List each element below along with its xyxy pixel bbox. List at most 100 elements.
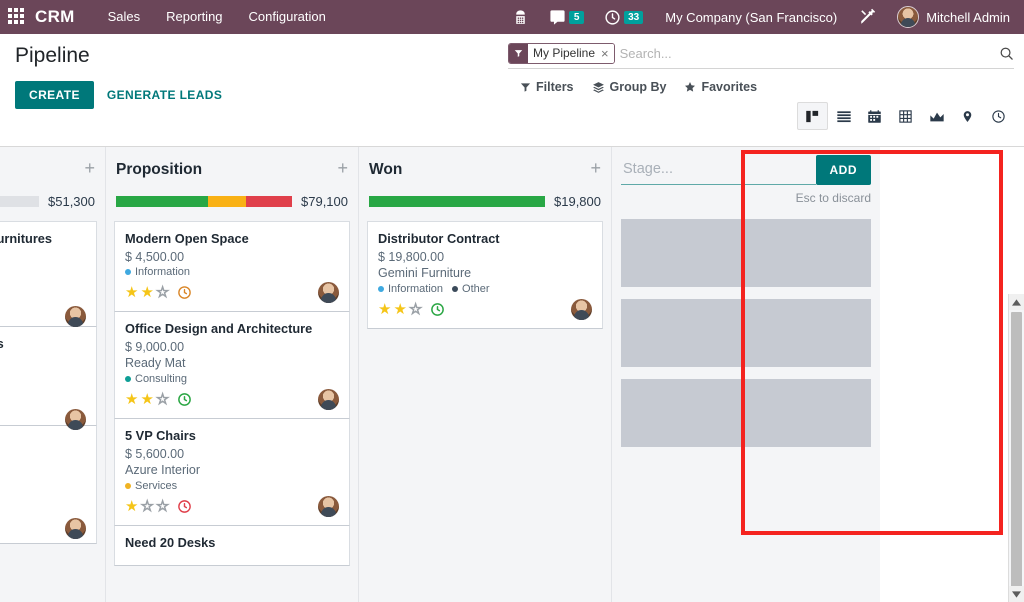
avatar[interactable] (65, 306, 86, 327)
navbar-right-group: 5 33 My Company (San Francisco) Mitchell… (503, 0, 1014, 34)
search-facet-my-pipeline[interactable]: My Pipeline × (508, 42, 615, 64)
messages-counter[interactable]: 5 (540, 0, 593, 34)
avatar[interactable] (318, 389, 339, 410)
card-priority-stars[interactable]: ★ ★ ☆ (125, 285, 192, 301)
view-list-button[interactable] (828, 102, 859, 130)
control-panel: Pipeline CREATE GENERATE LEADS My Pipeli… (0, 34, 1024, 147)
kanban-card[interactable]: lutions: Furnitures ) t ★ (0, 221, 97, 327)
create-button[interactable]: CREATE (15, 81, 94, 109)
star-icon[interactable]: ☆ (140, 499, 154, 515)
kanban-card[interactable]: 600 Chairs 00 ★ (0, 327, 97, 430)
card-partner: Azure Interior (125, 463, 201, 477)
star-icon[interactable]: ★ (140, 285, 153, 300)
tools-icon[interactable] (850, 0, 886, 34)
card-tag[interactable]: Information (125, 266, 190, 278)
star-icon[interactable]: ★ (140, 392, 153, 407)
ghost-card-placeholder (621, 219, 871, 287)
avatar[interactable] (318, 282, 339, 303)
star-icon[interactable]: ☆ (408, 302, 422, 318)
add-stage-button[interactable]: ADD (815, 155, 871, 185)
kanban-progress-bar[interactable] (0, 196, 39, 207)
kanban-card[interactable]: Distributor Contract $ 19,800.00 Gemini … (367, 221, 603, 329)
plus-icon[interactable]: + (337, 159, 348, 177)
activities-counter[interactable]: 33 (595, 0, 652, 34)
plus-icon[interactable]: + (590, 159, 601, 177)
card-footer: ★ (0, 306, 86, 327)
view-map-button[interactable] (952, 102, 983, 130)
tag-dot-icon (378, 286, 384, 292)
avatar[interactable] (65, 409, 86, 430)
kanban-progress-bar[interactable] (116, 196, 292, 207)
card-partner: Ready Mat (125, 356, 186, 370)
star-icon[interactable]: ★ (125, 499, 138, 514)
card-priority-stars[interactable]: ★ ☆ ☆ (125, 499, 192, 515)
star-icon[interactable]: ★ (378, 302, 391, 317)
grid-apps-icon[interactable] (8, 8, 26, 26)
kanban-new-column: ADD Esc to discard (612, 147, 880, 602)
star-icon[interactable]: ★ (393, 302, 406, 317)
stage-name-input[interactable] (621, 155, 816, 185)
card-tag[interactable]: Consulting (125, 373, 187, 385)
card-tag[interactable]: Services (125, 480, 177, 492)
card-footer: ★ ☆ ☆ (125, 496, 339, 517)
kanban-column-header: Won + (367, 147, 603, 183)
user-menu[interactable]: Mitchell Admin (888, 6, 1014, 28)
company-switcher[interactable]: My Company (San Francisco) (654, 10, 848, 25)
avatar[interactable] (571, 299, 592, 320)
tag-dot-icon (125, 483, 131, 489)
card-priority-stars[interactable]: ★ ★ ☆ (125, 392, 192, 408)
scrollbar-thumb[interactable] (1011, 312, 1022, 602)
clock-icon[interactable] (430, 302, 445, 317)
tag-label: Information (388, 283, 444, 295)
view-pivot-button[interactable] (890, 102, 921, 130)
card-tags: Information (125, 266, 339, 278)
kanban-column-amount: $51,300 (48, 194, 95, 209)
clock-icon[interactable] (177, 499, 192, 514)
app-brand-crm[interactable]: CRM (35, 7, 75, 27)
scroll-up-arrow-icon[interactable] (1009, 294, 1024, 310)
generate-leads-button[interactable]: GENERATE LEADS (94, 81, 235, 109)
star-icon[interactable]: ★ (125, 285, 138, 300)
card-tag[interactable]: Other (452, 283, 490, 295)
kanban-progress-bar[interactable] (369, 196, 545, 207)
view-activity-button[interactable] (983, 102, 1014, 130)
nav-menu-sales[interactable]: Sales (95, 0, 154, 34)
vertical-scrollbar[interactable] (1008, 294, 1024, 602)
close-icon[interactable]: × (600, 43, 614, 63)
clock-icon[interactable] (177, 392, 192, 407)
kanban-card[interactable]: Need 20 Desks (114, 526, 350, 566)
ghost-card-placeholder (621, 379, 871, 447)
kanban-card[interactable]: t services 00 ict ★ (0, 426, 97, 544)
favorites-dropdown[interactable]: Favorites (684, 80, 757, 94)
star-icon[interactable]: ☆ (155, 285, 169, 301)
user-name: Mitchell Admin (926, 9, 1010, 25)
card-title: Modern Open Space (125, 231, 249, 246)
card-tag[interactable]: Information (378, 283, 443, 295)
scroll-down-arrow-icon[interactable] (1009, 586, 1024, 602)
groupby-dropdown[interactable]: Group By (592, 80, 666, 94)
tag-label: Other (462, 283, 490, 295)
nav-menu-reporting[interactable]: Reporting (153, 0, 235, 34)
kanban-card[interactable]: Office Design and Architecture $ 9,000.0… (114, 312, 350, 419)
tag-label: Services (135, 480, 178, 492)
star-icon[interactable]: ☆ (155, 392, 169, 408)
star-icon[interactable]: ★ (125, 392, 138, 407)
search-input[interactable] (619, 45, 993, 61)
avatar[interactable] (65, 518, 86, 539)
view-kanban-button[interactable] (797, 102, 828, 130)
card-title: Office Design and Architecture (125, 321, 313, 336)
clock-icon[interactable] (177, 285, 192, 300)
search-icon[interactable] (993, 46, 1014, 61)
plus-icon[interactable]: + (84, 159, 95, 177)
card-priority-stars[interactable]: ★ ★ ☆ (378, 302, 445, 318)
kanban-card[interactable]: Modern Open Space $ 4,500.00 Information… (114, 221, 350, 312)
view-calendar-button[interactable] (859, 102, 890, 130)
filters-dropdown[interactable]: Filters (520, 80, 574, 94)
phone-icon[interactable] (503, 0, 538, 34)
avatar[interactable] (318, 496, 339, 517)
search-dropdowns: Filters Group By Favorites (508, 80, 1014, 94)
kanban-card[interactable]: 5 VP Chairs $ 5,600.00 Azure Interior Se… (114, 419, 350, 526)
star-icon[interactable]: ☆ (155, 499, 169, 515)
nav-menu-configuration[interactable]: Configuration (236, 0, 339, 34)
view-graph-button[interactable] (921, 102, 952, 130)
